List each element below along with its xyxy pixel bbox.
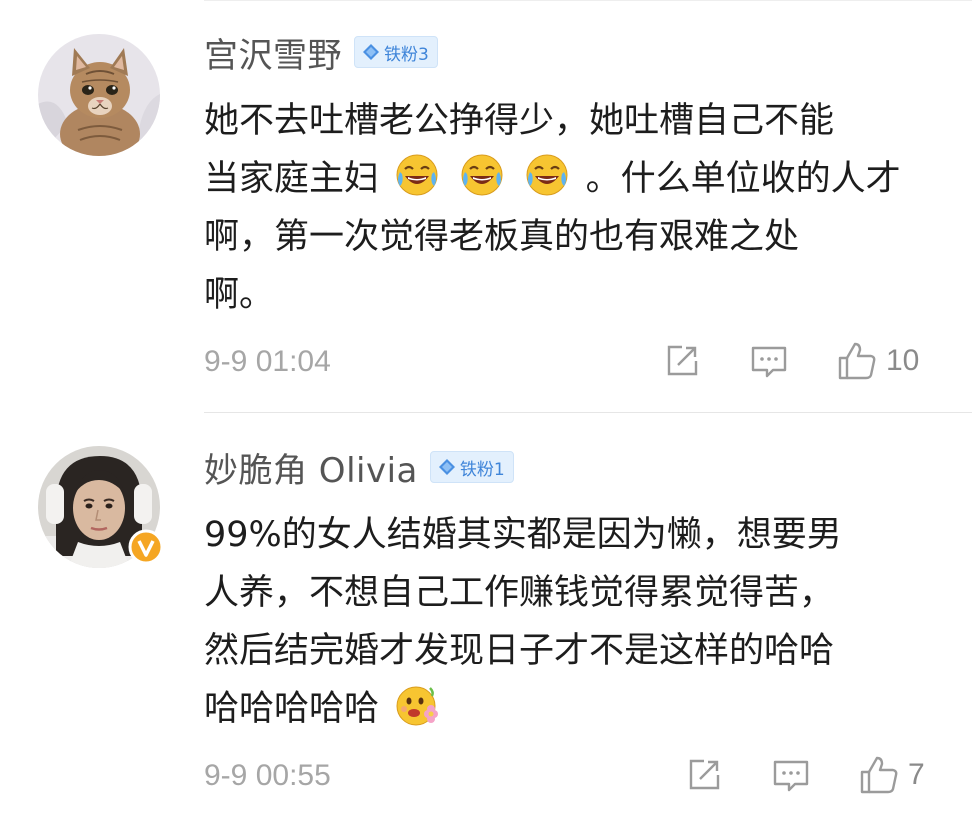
- share-button[interactable]: [686, 757, 722, 793]
- thumbs-up-icon: [860, 756, 898, 794]
- comment-line-with-emoji: 当家庭主妇 。什么单位收的人才: [204, 150, 924, 208]
- reply-button[interactable]: [772, 757, 810, 795]
- laugh-cry-emoji: [526, 154, 568, 196]
- comment-icon: [773, 760, 809, 792]
- laugh-cry-emoji: [461, 154, 503, 196]
- like-button[interactable]: 10: [836, 340, 919, 382]
- share-icon: [667, 345, 698, 376]
- comment-item-1: 宫沢雪野 铁粉3 她不去吐槽老公挣得少，她吐槽自己不能 当家庭主妇 。什么单位收…: [0, 0, 972, 412]
- comment-item-2: 妙脆角 Olivia 铁粉1 99%的女人结婚其实都是因为懒，想要男 人养，不想…: [0, 413, 972, 814]
- comment-line: 99%的女人结婚其实都是因为懒，想要男: [204, 515, 842, 555]
- laugh-cry-emoji: [396, 154, 438, 196]
- username[interactable]: 妙脆角 Olivia: [204, 443, 418, 492]
- comment-text: 99%的女人结婚其实都是因为懒，想要男 人养，不想自己工作赚钱觉得累觉得苦， 然…: [204, 506, 924, 738]
- comment-text-fragment: 哈哈哈哈哈: [204, 689, 380, 729]
- comment-header: 妙脆角 Olivia 铁粉1: [204, 443, 514, 492]
- comment-icon: [751, 346, 787, 378]
- reply-button[interactable]: [750, 343, 788, 381]
- diamond-icon: [363, 44, 379, 60]
- verified-v-icon: [128, 529, 164, 565]
- comment-line: 她不去吐槽老公挣得少，她吐槽自己不能: [204, 101, 835, 141]
- fan-badge-label: 铁粉3: [384, 44, 429, 65]
- comment-line-with-emoji: 哈哈哈哈哈: [204, 680, 924, 738]
- like-count: 7: [908, 758, 925, 791]
- fan-badge-label: 铁粉1: [459, 459, 505, 480]
- username[interactable]: 宫沢雪野: [204, 28, 342, 77]
- comment-timestamp: 9-9 01:04: [204, 345, 331, 378]
- comment-line: 啊，第一次觉得老板真的也有艰难之处: [204, 217, 800, 257]
- like-button[interactable]: 7: [858, 754, 925, 796]
- share-button[interactable]: [664, 343, 700, 379]
- like-count: 10: [886, 344, 920, 377]
- thumbs-up-icon: [838, 342, 876, 380]
- diamond-icon: [438, 459, 455, 475]
- comment-timestamp: 9-9 00:55: [204, 759, 331, 792]
- flower-face-emoji: [396, 686, 439, 726]
- share-icon: [689, 759, 720, 790]
- avatar-cat[interactable]: [38, 34, 160, 156]
- verified-badge: [128, 529, 164, 565]
- comment-header: 宫沢雪野 铁粉3: [204, 28, 438, 77]
- comment-line: 人养，不想自己工作赚钱觉得累觉得苦，: [204, 573, 835, 613]
- fan-badge[interactable]: 铁粉3: [354, 36, 438, 68]
- comment-text-fragment: 当家庭主妇: [204, 159, 380, 199]
- comment-text-fragment: 。什么单位收的人才: [585, 159, 901, 199]
- cat-avatar-image: [38, 34, 160, 156]
- fan-badge[interactable]: 铁粉1: [429, 451, 514, 483]
- comment-line: 然后结完婚才发现日子才不是这样的哈哈: [204, 631, 835, 671]
- comment-text: 她不去吐槽老公挣得少，她吐槽自己不能 当家庭主妇 。什么单位收的人才 啊，第一次…: [204, 92, 924, 324]
- comment-line: 啊。: [204, 275, 275, 315]
